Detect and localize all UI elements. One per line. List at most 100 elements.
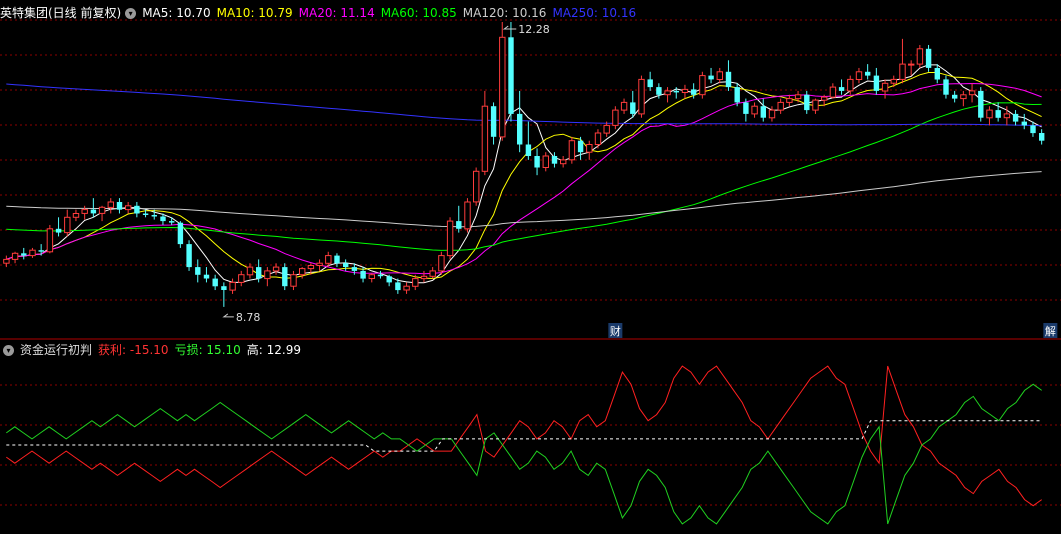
candle-body: [656, 87, 662, 95]
candle-body: [377, 274, 384, 277]
event-marker-0[interactable]: 财: [610, 324, 621, 338]
candle-body: [995, 110, 1001, 118]
candle-body: [551, 156, 558, 164]
candle-body: [534, 156, 540, 168]
candle-body: [716, 71, 723, 81]
candle-body: [238, 274, 245, 283]
candle-body: [351, 267, 358, 271]
candle-body: [177, 222, 184, 245]
candle-body: [681, 88, 689, 94]
candle-body: [812, 99, 819, 111]
low-price-annotation: 8.78: [236, 311, 261, 324]
candle-body: [899, 63, 906, 80]
indicator-series-1: [6, 383, 1042, 525]
candle-body: [499, 36, 506, 138]
candle-body: [978, 90, 984, 118]
candle-body: [282, 267, 288, 287]
annotations: 12.28 8.78 财 解: [222, 23, 1058, 338]
candle-body: [786, 98, 793, 103]
candle-body: [708, 75, 714, 80]
candle-body: [81, 209, 88, 214]
event-marker-1[interactable]: 解: [1045, 324, 1056, 338]
candle-body: [855, 71, 863, 81]
candle-body: [560, 159, 567, 165]
ma10-line: [6, 72, 1042, 280]
candle-body: [343, 263, 349, 267]
ma5-line: [6, 64, 1042, 284]
candle-body: [934, 68, 940, 80]
candle-body: [751, 105, 758, 115]
candle-body: [768, 109, 776, 119]
candle-body: [221, 286, 227, 290]
candle-body: [760, 106, 766, 118]
candle-body: [464, 201, 471, 230]
candle-body: [212, 278, 218, 287]
grid-lines: [0, 19, 1061, 506]
candle-body: [360, 270, 366, 279]
candle-body: [594, 132, 602, 145]
candle-body: [246, 266, 254, 276]
candle-body: [229, 281, 236, 291]
candle-body: [777, 101, 784, 111]
candle-body: [638, 78, 645, 115]
candle-body: [577, 140, 584, 153]
candle-body: [134, 205, 140, 214]
candle-body: [908, 63, 915, 66]
candle-body: [743, 102, 749, 114]
candle-body: [412, 278, 419, 287]
candle-body: [90, 209, 97, 214]
candle-body: [925, 48, 932, 68]
candle-body: [429, 270, 436, 277]
indicator-series-0: [6, 365, 1042, 507]
candle-body: [612, 109, 619, 126]
candle-body: [456, 221, 462, 229]
candle-body: [603, 124, 610, 134]
candle-body: [151, 215, 157, 217]
candle-body: [794, 94, 802, 100]
candle-body: [517, 113, 523, 145]
low-arrow: [222, 313, 234, 318]
candle-body: [55, 228, 62, 233]
candle-body: [299, 268, 306, 276]
candle-body: [699, 75, 706, 96]
candle-body: [21, 253, 27, 256]
candle-body: [64, 216, 71, 234]
candle-body: [838, 87, 845, 91]
candle-body: [195, 267, 201, 275]
high-price-annotation: 12.28: [518, 23, 550, 36]
candle-body: [986, 109, 993, 119]
candle-body: [960, 94, 967, 100]
candle-body: [586, 144, 593, 153]
candle-body: [673, 90, 679, 93]
candle-body: [847, 78, 854, 92]
candle-body: [647, 79, 653, 88]
candle-body: [420, 275, 428, 280]
candle-body: [865, 71, 871, 76]
stock-chart-window: 英特集团(日线 前复权) ▾ MA5: 10.70 MA10: 10.79 MA…: [0, 0, 1061, 534]
candle-body: [1003, 113, 1011, 119]
candle-body: [508, 37, 514, 114]
candle-body: [446, 220, 454, 257]
candle-body: [691, 89, 697, 95]
candle-body: [630, 102, 636, 114]
candle-body: [290, 274, 297, 287]
candle-body: [11, 252, 19, 260]
candle-body: [29, 249, 36, 257]
candle-body: [203, 274, 210, 279]
candle-body: [821, 96, 828, 101]
candle-body: [873, 75, 880, 91]
candle-body: [490, 106, 497, 137]
candle-body: [272, 266, 280, 272]
candle-body: [943, 79, 949, 95]
candle-body: [804, 94, 810, 111]
candle-body: [1021, 121, 1027, 126]
candle-body: [1012, 113, 1019, 122]
candle-body: [46, 228, 54, 253]
candle-body: [829, 86, 837, 98]
candle-body: [307, 265, 315, 270]
candle-body: [734, 87, 740, 103]
candle-body: [325, 255, 332, 264]
candle-body: [881, 82, 889, 92]
candle-body: [368, 274, 376, 280]
candle-body: [169, 221, 175, 223]
